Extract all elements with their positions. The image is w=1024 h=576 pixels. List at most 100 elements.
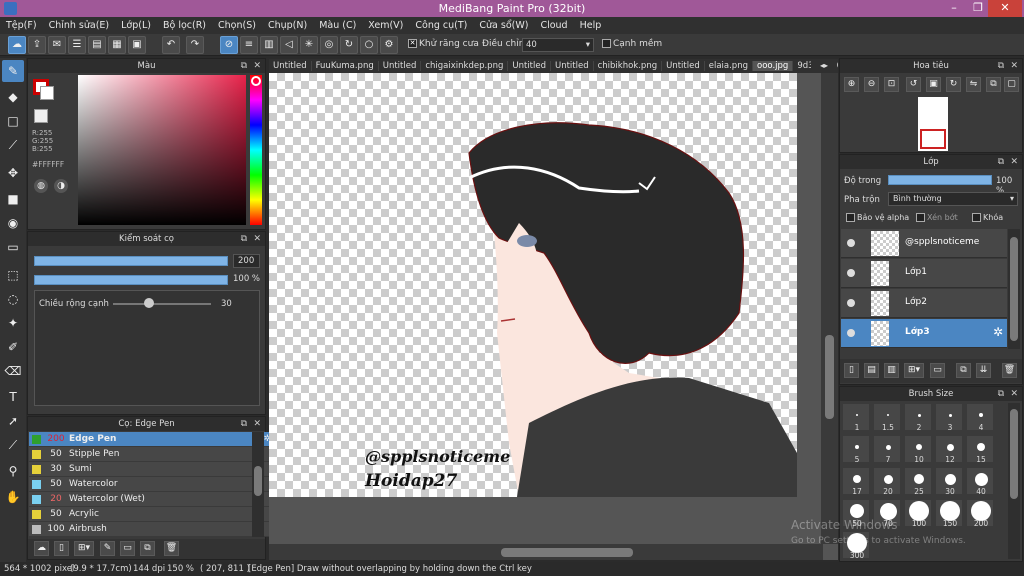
brush-size-option[interactable]: 3 (935, 403, 963, 432)
float-icon[interactable]: ⧉ (241, 59, 247, 73)
visibility-icon[interactable] (847, 299, 855, 307)
snap-off-icon[interactable]: ⊘ (220, 36, 238, 54)
flip-icon[interactable]: ⇋ (966, 77, 981, 92)
protect-alpha-checkbox[interactable]: Bảo vệ alpha (846, 213, 909, 222)
float-icon[interactable]: ⧉ (998, 59, 1004, 73)
visibility-icon[interactable] (847, 239, 855, 247)
brush-size-option[interactable]: 20 (873, 467, 901, 496)
cloud-icon[interactable]: ☁ (8, 36, 26, 54)
layer-row[interactable]: Lớp2 (841, 289, 1007, 318)
tab-document[interactable]: Untitled (269, 61, 312, 71)
close-icon[interactable]: ✕ (1010, 155, 1018, 169)
undo-icon[interactable]: ↶ (162, 36, 180, 54)
lock-checkbox[interactable]: Khóa (972, 213, 1003, 222)
print-icon[interactable]: ▤ (88, 36, 106, 54)
select-rect-tool-icon[interactable]: ⬚ (2, 264, 24, 286)
brush-size-option[interactable]: 10 (904, 435, 932, 464)
menu-layer[interactable]: Lớp(L) (115, 20, 157, 31)
hue-slider[interactable] (250, 75, 262, 225)
eyedropper-tool-icon[interactable]: ⚲ (2, 460, 24, 482)
brush-item-watercolor[interactable]: 50 Watercolor (29, 477, 275, 492)
canvas-area[interactable]: @spplsnoticeme Hoidap27 (269, 73, 838, 560)
brush-size-option[interactable]: 40 (966, 467, 994, 496)
antialias-checkbox[interactable]: ✕ Khử răng cưa (408, 39, 479, 49)
zoom-in-icon[interactable]: ⊕ (844, 77, 859, 92)
cloud-brush-icon[interactable]: ☁ (34, 541, 49, 556)
folder-icon[interactable]: ▭ (120, 541, 135, 556)
brush-size-option[interactable]: 2 (904, 403, 932, 432)
menu-snap[interactable]: Chụp(N) (262, 20, 313, 31)
zoom-out-icon[interactable]: ⊖ (864, 77, 879, 92)
new-layer-icon[interactable]: ▯ (844, 363, 859, 378)
brush-item-edge-pen[interactable]: 200 Edge Pen ✲ (29, 432, 275, 447)
ellipse-snap-icon[interactable]: ○ (360, 36, 378, 54)
color-saturation-square[interactable] (78, 75, 246, 225)
brush-item-airbrush[interactable]: 100 Airbrush (29, 522, 275, 537)
layer-scrollbar[interactable] (1008, 229, 1020, 349)
rotate-right-icon[interactable]: ↻ (946, 77, 961, 92)
edge-width-track[interactable] (113, 303, 211, 305)
edit-brush-icon[interactable]: ✎ (100, 541, 115, 556)
curve-snap-icon[interactable]: ↻ (340, 36, 358, 54)
hue-handle[interactable] (251, 76, 261, 86)
fill-rect-tool-icon[interactable]: ■ (2, 188, 24, 210)
brush-size-option[interactable]: 30 (935, 467, 963, 496)
merge-layer-icon[interactable]: ⇊ (976, 363, 991, 378)
menu-help[interactable]: Help (574, 20, 608, 31)
menu-select[interactable]: Chọn(S) (212, 20, 262, 31)
background-color-swatch[interactable] (40, 86, 54, 100)
correction-select[interactable]: 40 ▾ (522, 38, 594, 52)
menu-view[interactable]: Xem(V) (362, 20, 409, 31)
tab-document[interactable]: chibikhok.png (594, 61, 663, 71)
close-icon[interactable]: ✕ (253, 417, 261, 431)
canvas-vscroll-thumb[interactable] (825, 335, 834, 419)
brush-item-acrylic[interactable]: 50 Acrylic (29, 507, 275, 522)
visibility-icon[interactable] (847, 269, 855, 277)
brush-list-scroll-thumb[interactable] (254, 466, 262, 496)
float-icon[interactable]: ⧉ (998, 155, 1004, 169)
float-icon[interactable]: ⧉ (241, 232, 247, 246)
brush-size-scrollbar[interactable] (1008, 403, 1020, 559)
edge-width-handle[interactable] (144, 298, 154, 308)
brush-size-option[interactable]: 17 (842, 467, 870, 496)
material-icon[interactable]: ▦ (108, 36, 126, 54)
copy-view-icon[interactable]: ⧉ (986, 77, 1001, 92)
close-icon[interactable]: ✕ (253, 59, 261, 73)
menu-edit[interactable]: Chỉnh sửa(E) (43, 20, 116, 31)
comment-icon[interactable]: ✉ (48, 36, 66, 54)
vanish-snap-icon[interactable]: ◁ (280, 36, 298, 54)
trash-icon[interactable]: 🗑 (164, 541, 179, 556)
brush-list-scrollbar[interactable] (252, 432, 264, 537)
tab-document[interactable]: elaia.png (705, 61, 753, 71)
rotate-left-icon[interactable]: ↺ (906, 77, 921, 92)
close-icon[interactable]: ✕ (1010, 387, 1018, 401)
brush-size-option[interactable]: 4 (966, 403, 994, 432)
text-tool-icon[interactable]: T (2, 386, 24, 408)
settings-icon[interactable]: ⚙ (380, 36, 398, 54)
brush-size-option[interactable]: 25 (904, 467, 932, 496)
duplicate-layer-icon[interactable]: ⧉ (956, 363, 971, 378)
transparent-swatch[interactable] (34, 109, 48, 123)
new-halftone-layer-icon[interactable]: ▤ (864, 363, 879, 378)
soft-edge-checkbox[interactable]: Cạnh mềm (602, 39, 662, 49)
select-pen-tool-icon[interactable]: ✐ (2, 336, 24, 358)
layer-opacity-slider[interactable] (888, 175, 992, 185)
fullscreen-icon[interactable]: ▢ (1004, 77, 1019, 92)
menu-tools[interactable]: Công cụ(T) (409, 20, 473, 31)
divide-tool-icon[interactable]: ⟋ (2, 434, 24, 456)
brush-opacity-slider[interactable] (34, 275, 228, 285)
brush-item-stipple-pen[interactable]: 50 Stipple Pen (29, 447, 275, 462)
add-layer-menu-icon[interactable]: ⊞▾ (904, 363, 924, 378)
hand-tool-icon[interactable]: ✋ (2, 486, 24, 508)
float-icon[interactable]: ⧉ (998, 387, 1004, 401)
parallel-snap-icon[interactable]: ≡ (240, 36, 258, 54)
line-tool-icon[interactable]: ⟋ (2, 134, 24, 156)
menu-file[interactable]: Tệp(F) (0, 20, 43, 31)
brush-size-option[interactable]: 15 (966, 435, 994, 464)
blend-mode-select[interactable]: Bình thường ▾ (888, 192, 1018, 206)
eraser-tool-icon[interactable]: ◆ (2, 86, 24, 108)
brush-size-option[interactable]: 150 (935, 499, 963, 528)
lasso-tool-icon[interactable]: ◌ (2, 288, 24, 310)
bucket-tool-icon[interactable]: ◉ (2, 212, 24, 234)
tab-document[interactable]: Untitled (508, 61, 551, 71)
